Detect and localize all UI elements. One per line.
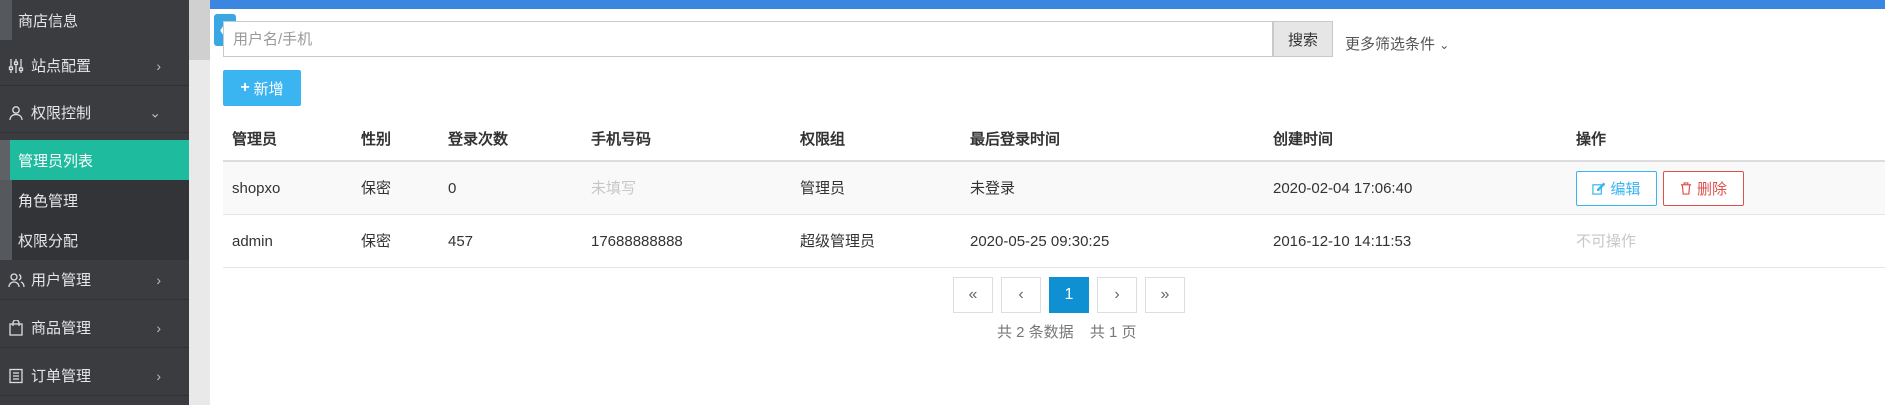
sidebar-item-permission-control[interactable]: 权限控制 ⌄ <box>0 93 189 133</box>
trash-icon <box>1680 182 1692 195</box>
edit-icon <box>1592 182 1606 195</box>
cell-created: 2016-12-10 14:11:53 <box>1273 233 1412 250</box>
total-pages: 共 1 页 <box>1089 324 1137 341</box>
column-header-actions: 操作 <box>1576 131 1607 148</box>
column-header-phone: 手机号码 <box>591 131 652 148</box>
sidebar-scrollbar-thumb[interactable] <box>189 0 210 60</box>
column-header-last-login: 最后登录时间 <box>970 131 1061 148</box>
sliders-icon <box>7 57 25 75</box>
sidebar-item-label: 用户管理 <box>31 272 92 289</box>
cell-created: 2020-02-04 17:06:40 <box>1273 180 1413 197</box>
column-header-group: 权限组 <box>800 131 846 148</box>
sidebar-item-label: 权限分配 <box>18 232 79 250</box>
chevron-down-icon: ⌄ <box>1439 38 1450 52</box>
submenu-indicator <box>0 140 10 180</box>
list-icon <box>7 367 25 385</box>
sidebar-item-label: 角色管理 <box>18 192 79 210</box>
cell-admin: shopxo <box>232 180 281 197</box>
cell-login-count: 457 <box>448 233 474 250</box>
add-button[interactable]: + 新增 <box>223 70 301 106</box>
top-bar <box>210 0 1885 9</box>
sidebar-item-role-management[interactable]: 角色管理 <box>0 180 189 220</box>
sidebar-item-admin-list[interactable]: 管理员列表 <box>0 140 189 180</box>
user-outline-icon <box>7 104 25 122</box>
pagination: « ‹ 1 › » <box>953 277 1193 313</box>
table-header: 管理员 性别 登录次数 手机号码 权限组 最后登录时间 创建时间 操作 <box>223 120 1885 162</box>
plus-icon: + <box>240 79 250 96</box>
cell-admin: admin <box>232 233 273 250</box>
submenu-indicator <box>0 220 12 260</box>
users-icon <box>7 271 25 289</box>
bag-icon <box>7 319 25 337</box>
sidebar-scrollbar-track[interactable] <box>189 0 210 405</box>
pagination-summary: 共 2 条数据 共 1 页 <box>997 321 1149 342</box>
cell-group: 超级管理员 <box>800 233 876 250</box>
sidebar-item-label: 权限控制 <box>31 105 92 122</box>
total-records: 共 2 条数据 <box>997 324 1074 341</box>
more-filters-label: 更多筛选条件 <box>1345 36 1436 53</box>
sidebar-item-order-management[interactable]: 订单管理 › <box>0 356 189 396</box>
delete-button-label: 删除 <box>1696 181 1727 198</box>
sidebar-item-label: 商品管理 <box>31 320 92 337</box>
chevron-right-icon: › <box>156 367 161 384</box>
delete-button[interactable]: 删除 <box>1663 171 1744 206</box>
chevron-right-icon: › <box>156 271 161 288</box>
edit-button-label: 编辑 <box>1610 181 1641 198</box>
chevron-right-icon: › <box>156 319 161 336</box>
sidebar-item-label: 管理员列表 <box>18 152 94 170</box>
cell-login-count: 0 <box>448 180 457 197</box>
sidebar: 商店信息 站点配置 › 权限控制 ⌄ 管理员列表 角色管理 权限分配 用户管理 … <box>0 0 189 405</box>
page-button-current[interactable]: 1 <box>1049 277 1089 313</box>
add-button-label: 新增 <box>253 80 284 98</box>
sidebar-item-label: 站点配置 <box>31 58 92 75</box>
sidebar-item-site-config[interactable]: 站点配置 › <box>0 46 189 86</box>
column-header-login-count: 登录次数 <box>448 131 509 148</box>
cell-phone: 未填写 <box>591 180 637 197</box>
submenu-indicator <box>0 180 12 220</box>
chevron-right-icon: › <box>156 57 161 74</box>
search-button[interactable]: 搜索 <box>1273 21 1333 57</box>
cell-last-login: 未登录 <box>970 180 1016 197</box>
search-input[interactable] <box>223 21 1273 57</box>
chevron-down-icon: ⌄ <box>149 104 161 120</box>
column-header-admin: 管理员 <box>232 131 278 148</box>
cell-gender: 保密 <box>361 180 392 197</box>
cell-group: 管理员 <box>800 180 846 197</box>
sidebar-item-label: 商店信息 <box>18 12 79 30</box>
prev-page-button[interactable]: ‹ <box>1001 277 1041 313</box>
column-header-gender: 性别 <box>361 131 392 148</box>
sidebar-item-label: 订单管理 <box>31 368 92 385</box>
more-filters-toggle[interactable]: 更多筛选条件 ⌄ <box>1345 33 1449 54</box>
submenu-indicator <box>0 0 12 40</box>
table-row: shopxo 保密 0 未填写 管理员 未登录 2020-02-04 17:06… <box>223 162 1885 215</box>
table-row: admin 保密 457 17688888888 超级管理员 2020-05-2… <box>223 215 1885 268</box>
edit-button[interactable]: 编辑 <box>1576 171 1657 206</box>
main-content: « 搜索 更多筛选条件 ⌄ + 新增 管理员 性别 登录次数 手机号码 权限组 … <box>210 0 1885 405</box>
column-header-created: 创建时间 <box>1273 131 1334 148</box>
sidebar-item-permission-assign[interactable]: 权限分配 <box>0 220 189 260</box>
cell-last-login: 2020-05-25 09:30:25 <box>970 233 1110 250</box>
admin-table: 管理员 性别 登录次数 手机号码 权限组 最后登录时间 创建时间 操作 shop… <box>223 120 1885 268</box>
next-page-button[interactable]: › <box>1097 277 1137 313</box>
sidebar-item-shop-info[interactable]: 商店信息 <box>0 0 189 40</box>
last-page-button[interactable]: » <box>1145 277 1185 313</box>
first-page-button[interactable]: « <box>953 277 993 313</box>
sidebar-item-user-management[interactable]: 用户管理 › <box>0 260 189 300</box>
cell-gender: 保密 <box>361 233 392 250</box>
no-action-text: 不可操作 <box>1576 233 1637 250</box>
sidebar-item-goods-management[interactable]: 商品管理 › <box>0 308 189 348</box>
cell-phone: 17688888888 <box>591 233 683 250</box>
